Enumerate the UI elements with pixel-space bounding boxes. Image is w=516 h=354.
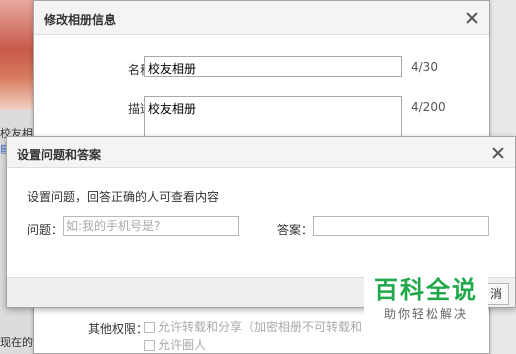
watermark-logo: 百科全说 助你轻松解决 bbox=[364, 274, 488, 328]
dialog-description: 设置问题，回答正确的人可查看内容 bbox=[27, 190, 220, 204]
dialog-title: 设置问题和答案 bbox=[17, 148, 102, 162]
other-permissions-label: 其他权限： bbox=[87, 322, 148, 336]
perm-allow-tag[interactable]: 允许圈人 bbox=[144, 336, 206, 353]
question-label: 问题： bbox=[27, 223, 64, 237]
album-name-input[interactable]: 校友相册 bbox=[144, 56, 402, 77]
perm-allow-share[interactable]: 允许转载和分享（加密相册不可转载和 bbox=[144, 318, 362, 335]
answer-label: 答案： bbox=[277, 223, 314, 237]
checkbox[interactable] bbox=[144, 340, 155, 351]
dialog-title: 修改相册信息 bbox=[44, 13, 117, 27]
question-input[interactable] bbox=[63, 216, 239, 236]
dialog-header: 修改相册信息 bbox=[34, 1, 489, 35]
album-cover-thumbnail[interactable] bbox=[0, 0, 36, 110]
watermark-subtitle: 助你轻松解决 bbox=[383, 307, 468, 321]
dialog-header: 设置问题和答案 bbox=[7, 137, 515, 168]
description-char-counter: 4/200 bbox=[411, 100, 446, 114]
watermark-title: 百科全说 bbox=[374, 276, 478, 304]
close-icon[interactable] bbox=[491, 146, 505, 160]
answer-input[interactable] bbox=[313, 216, 489, 236]
close-icon[interactable] bbox=[465, 11, 479, 25]
name-char-counter: 4/30 bbox=[411, 60, 438, 74]
checkbox[interactable] bbox=[144, 322, 155, 333]
